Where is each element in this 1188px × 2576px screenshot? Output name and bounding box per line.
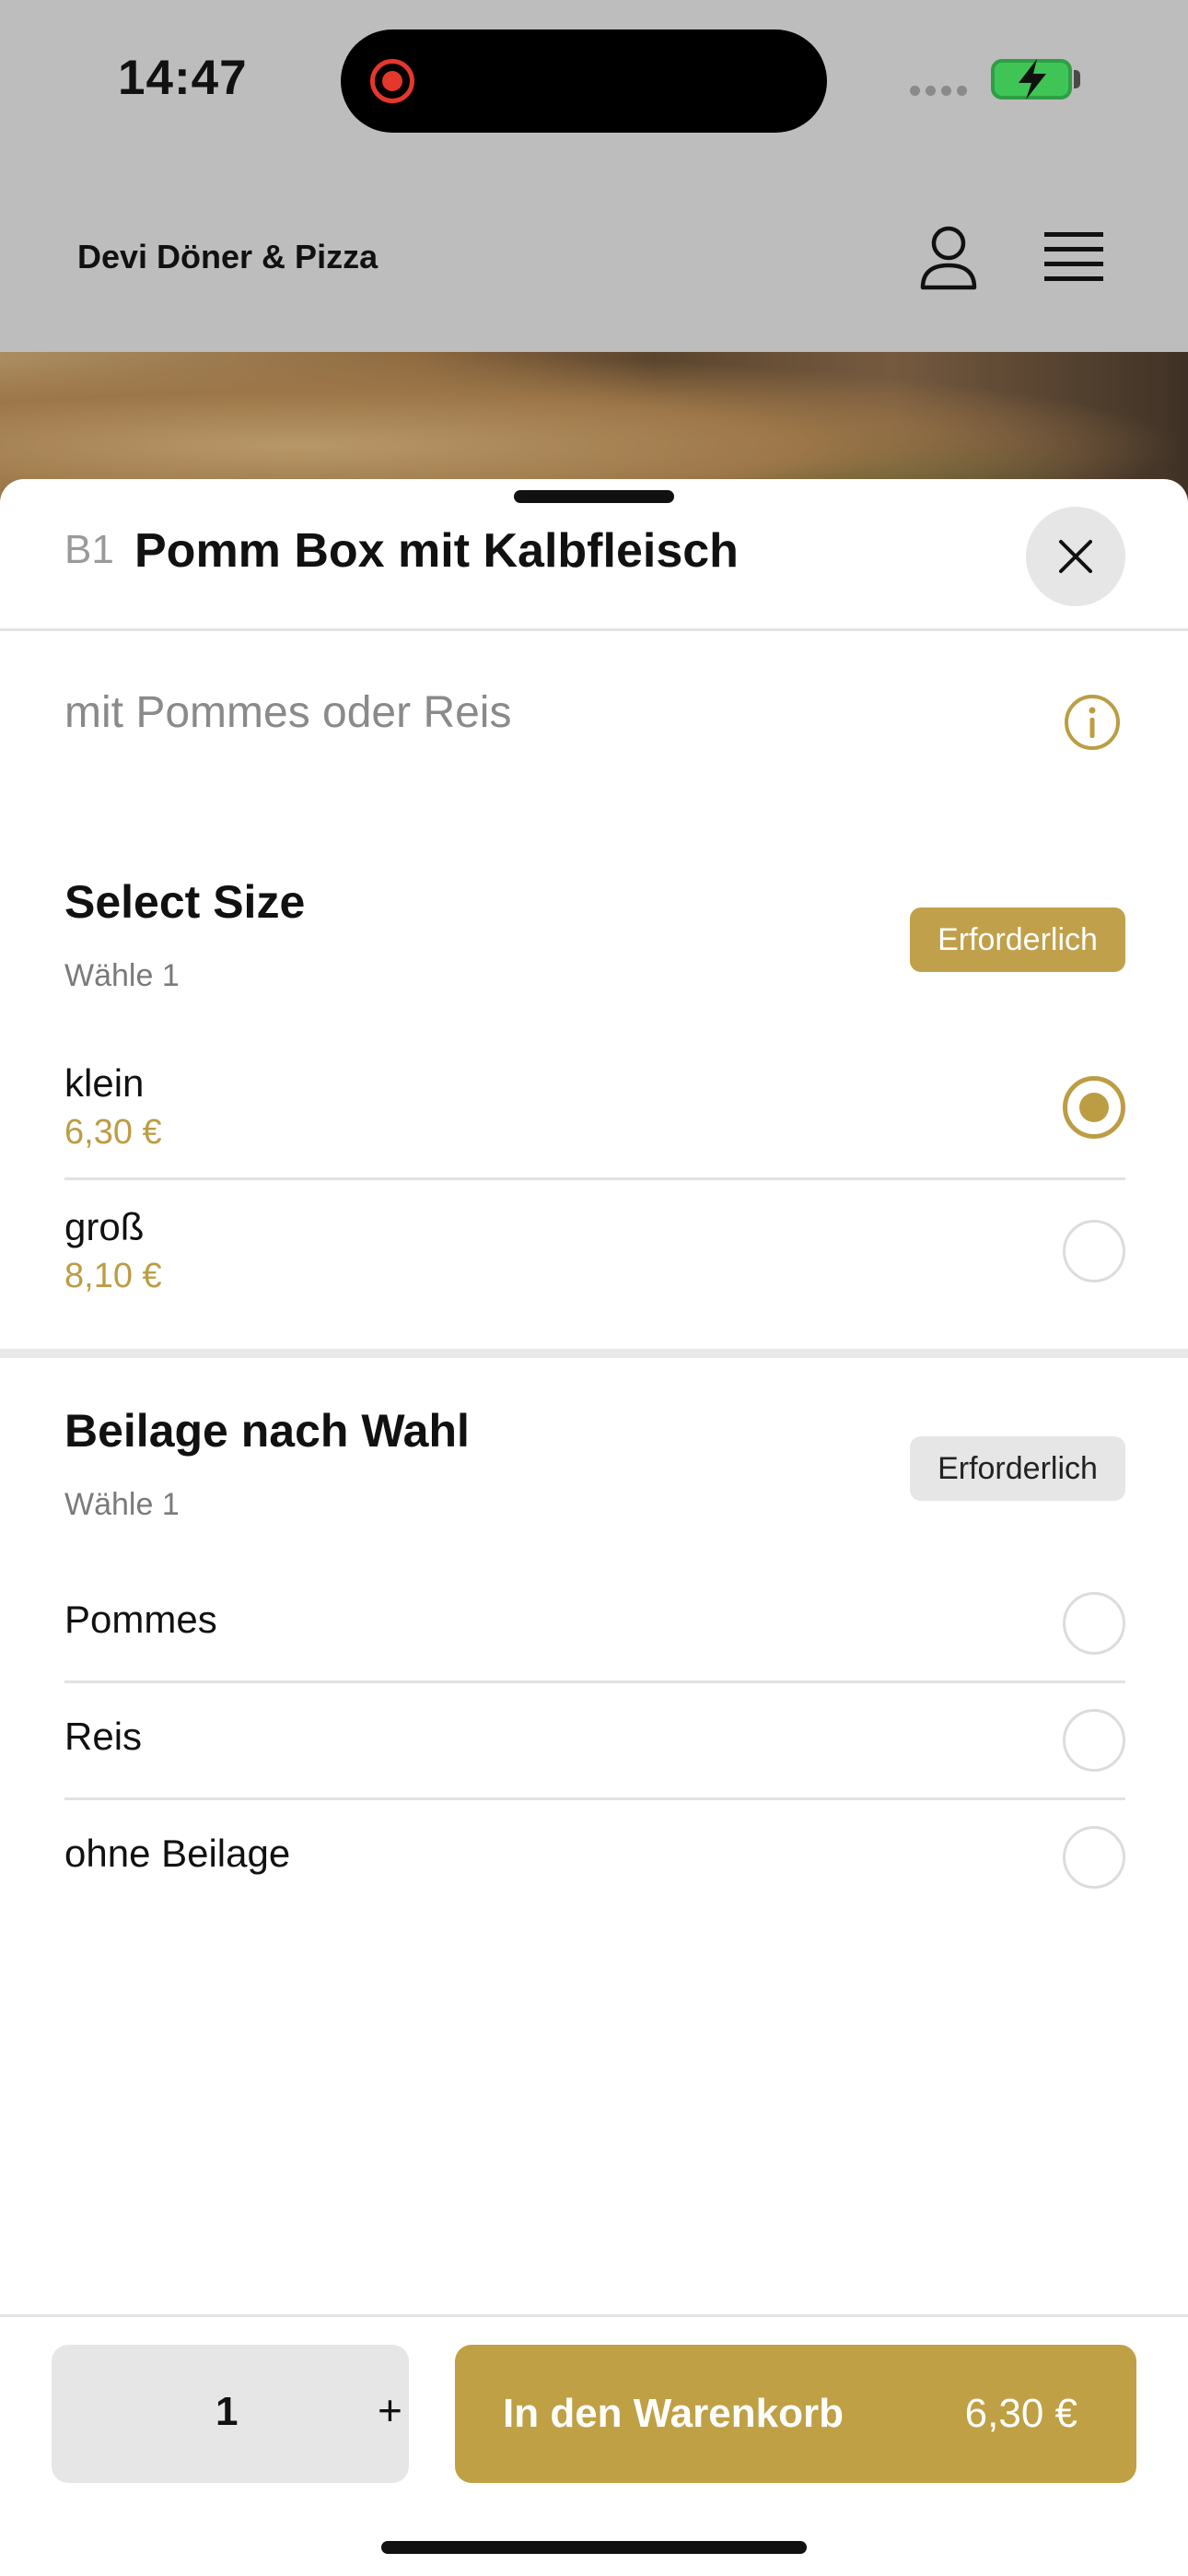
divider (64, 1680, 1125, 1683)
screen: 14:47 Devi Döner & Pizza B1 Pomm Box mit… (0, 0, 1188, 2576)
item-description: mit Pommes oder Reis (64, 688, 512, 737)
close-icon (1059, 540, 1092, 573)
option-price: 8,10 € (64, 1257, 162, 1295)
section-separator (0, 1349, 1188, 1358)
close-button[interactable] (1026, 507, 1125, 606)
option-radio-gross[interactable] (1063, 1220, 1125, 1282)
record-icon (370, 59, 414, 103)
option-label[interactable]: Pommes (64, 1598, 217, 1642)
group-subtitle: Wähle 1 (64, 958, 180, 993)
option-label[interactable]: ohne Beilage (64, 1832, 290, 1876)
option-radio-ohne-beilage[interactable] (1063, 1826, 1125, 1889)
bottom-bar: 1 + In den Warenkorb 6,30 € (0, 2314, 1188, 2576)
divider (64, 1797, 1125, 1800)
group-subtitle: Wähle 1 (64, 1487, 180, 1522)
user-icon[interactable] (917, 225, 980, 291)
item-title: Pomm Box mit Kalbfleisch (134, 524, 739, 578)
sheet-grabber[interactable] (514, 490, 674, 503)
option-label[interactable]: klein (64, 1061, 144, 1106)
required-badge: Erforderlich (910, 907, 1125, 972)
required-badge: Erforderlich (910, 1436, 1125, 1501)
product-sheet: B1 Pomm Box mit Kalbfleisch mit Pommes o… (0, 479, 1188, 2576)
dynamic-island (341, 29, 827, 133)
item-code: B1 (64, 527, 114, 572)
group-title: Select Size (64, 876, 306, 928)
divider (0, 628, 1188, 631)
signal-icon (910, 86, 967, 96)
home-indicator[interactable] (381, 2541, 807, 2554)
status-time: 14:47 (118, 51, 248, 105)
quantity-value: 1 (215, 2389, 239, 2434)
brand-name[interactable]: Devi Döner & Pizza (77, 238, 378, 276)
battery-cap (1074, 70, 1080, 88)
add-to-cart-button[interactable]: In den Warenkorb 6,30 € (455, 2345, 1136, 2483)
increment-button[interactable]: + (378, 2385, 402, 2435)
divider (64, 1177, 1125, 1180)
option-radio-reis[interactable] (1063, 1709, 1125, 1772)
cart-label: In den Warenkorb (503, 2391, 844, 2436)
option-price: 6,30 € (64, 1113, 162, 1152)
option-label[interactable]: Reis (64, 1715, 142, 1759)
info-icon[interactable] (1063, 693, 1122, 752)
charging-bolt-icon (1019, 59, 1046, 100)
cart-price: 6,30 € (964, 2391, 1077, 2436)
menu-icon[interactable] (1044, 230, 1103, 286)
option-radio-klein[interactable] (1063, 1076, 1125, 1139)
group-title: Beilage nach Wahl (64, 1405, 470, 1457)
option-label[interactable]: groß (64, 1205, 144, 1249)
quantity-stepper[interactable]: 1 + (52, 2345, 409, 2483)
option-radio-pommes[interactable] (1063, 1592, 1125, 1655)
